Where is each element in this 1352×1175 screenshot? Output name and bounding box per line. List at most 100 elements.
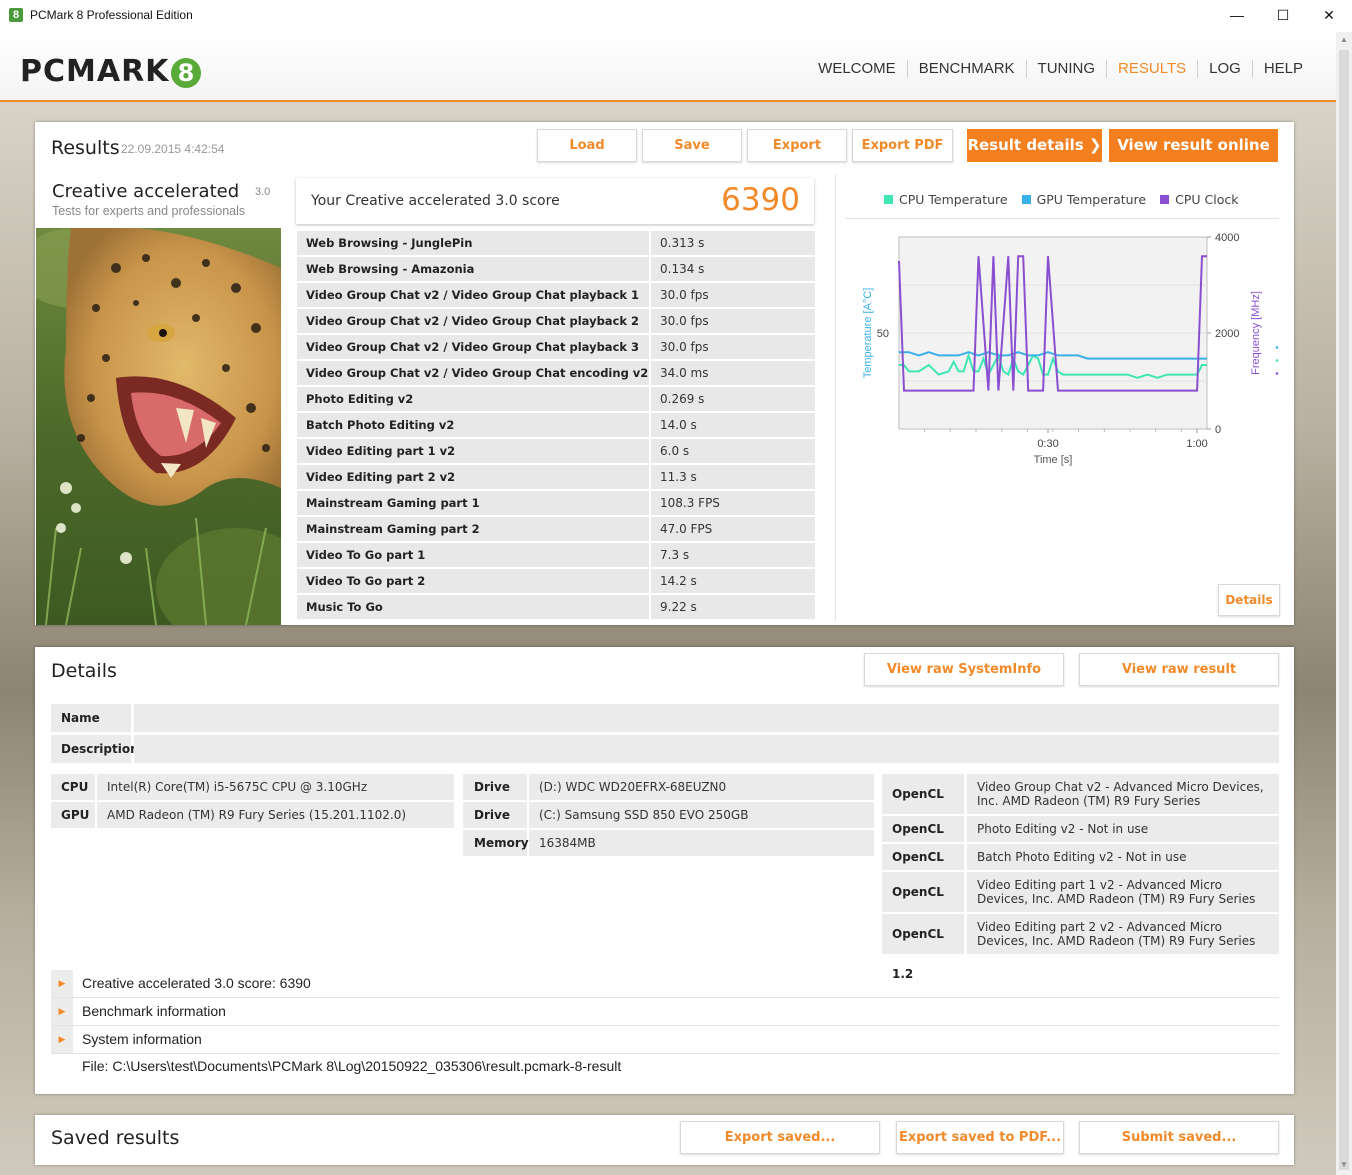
expand-section[interactable]: ▶ Benchmark information <box>51 998 1279 1026</box>
view-online-label: View result online <box>1117 136 1270 154</box>
description-value <box>134 735 1279 763</box>
app-icon: 8 <box>9 8 23 22</box>
legend-divider <box>845 218 1279 219</box>
result-row: Video Group Chat v2 / Video Group Chat p… <box>297 309 815 352</box>
chart-legend: CPU Temperature GPU Temperature CPU Cloc… <box>884 192 1238 207</box>
result-row: Video Group Chat v2 / Video Group Chat p… <box>297 335 815 378</box>
x-axis-label: Time [s] <box>1034 454 1073 466</box>
y-right-tick-label: 0 <box>1215 424 1221 436</box>
edge-marker <box>1275 372 1279 375</box>
result-value: 14.2 s <box>651 569 815 593</box>
result-value: 108.3 FPS <box>651 491 815 515</box>
close-button[interactable]: ✕ <box>1306 0 1352 32</box>
result-name: Web Browsing - JunglePin <box>297 231 649 255</box>
maximize-button[interactable]: ☐ <box>1260 0 1306 32</box>
result-value: 14.0 s <box>651 413 815 437</box>
result-name: Batch Photo Editing v2 <box>297 413 649 437</box>
nav-item-tuning[interactable]: TUNING <box>1025 60 1107 78</box>
export-pdf-button[interactable]: Export PDF <box>852 129 953 162</box>
expand-section[interactable]: ▶ System information <box>51 1026 1279 1054</box>
result-name: Video Group Chat v2 / Video Group Chat p… <box>297 309 649 352</box>
result-details-label: Result details <box>967 136 1084 154</box>
nav-item-help[interactable]: HELP <box>1251 60 1314 78</box>
result-name: Video To Go part 1 <box>297 543 649 567</box>
expand-section[interactable]: ▶ Creative accelerated 3.0 score: 6390 <box>51 970 1279 998</box>
logo-eight: 8 <box>171 57 202 88</box>
edge-marker <box>1275 359 1279 362</box>
pcmark-logo: PCMARK 8 <box>20 54 202 89</box>
y-left-tick-label: 50 <box>877 328 889 340</box>
opencl-label: OpenCL 1.2 <box>882 914 964 981</box>
view-online-button[interactable]: View result online ❯ <box>1109 129 1278 187</box>
export-button[interactable]: Export <box>747 129 847 162</box>
result-value: 9.22 s <box>651 595 815 619</box>
result-name: Photo Editing v2 <box>297 387 649 411</box>
y-left-axis-label: Temperature [A°C] <box>862 288 874 379</box>
expand-label: Benchmark information <box>82 1003 226 1019</box>
result-value: 7.3 s <box>651 543 815 567</box>
result-row: Video To Go part 2 14.2 s <box>297 569 815 593</box>
result-row: Web Browsing - Amazonia 0.134 s <box>297 257 815 281</box>
result-row: Video To Go part 1 7.3 s <box>297 543 815 567</box>
nav-item-welcome[interactable]: WELCOME <box>807 60 907 78</box>
scroll-down-icon[interactable]: ▼ <box>1336 1160 1352 1169</box>
legend-cpu-clock: CPU Clock <box>1160 192 1238 207</box>
result-row: Video Group Chat v2 / Video Group Chat p… <box>297 283 815 326</box>
hw-value: 16384MB <box>529 830 874 856</box>
nav-item-benchmark[interactable]: BENCHMARK <box>906 60 1026 78</box>
opencl-label: OpenCL 1.2 <box>882 872 964 939</box>
result-value: 47.0 FPS <box>651 517 815 541</box>
result-value: 0.313 s <box>651 231 815 255</box>
opencl-label: OpenCL 1.1 <box>882 774 964 841</box>
legend-label: CPU Clock <box>1175 192 1239 207</box>
score-value: 6390 <box>721 182 800 218</box>
x-tick-label: 1:00 <box>1186 438 1207 450</box>
legend-label: CPU Temperature <box>899 192 1008 207</box>
benchmark-subtitle: Tests for experts and professionals <box>52 204 246 218</box>
vertical-scrollbar[interactable]: ▲ ▼ <box>1336 32 1352 1175</box>
scroll-up-icon[interactable]: ▲ <box>1336 35 1352 44</box>
hw-value: (C:) Samsung SSD 850 EVO 250GB <box>529 802 874 828</box>
save-button[interactable]: Save <box>642 129 742 162</box>
app-header: PCMARK 8 WELCOME BENCHMARK TUNING RESULTS LOG… <box>0 32 1336 102</box>
nav-item-log[interactable]: LOG <box>1197 60 1252 78</box>
result-name: Music To Go <box>297 595 649 619</box>
details-title: Details <box>51 660 117 682</box>
triangle-right-icon[interactable]: ▶ <box>51 970 73 997</box>
view-raw-result-button[interactable]: View raw result <box>1079 653 1279 686</box>
result-name: Video To Go part 2 <box>297 569 649 593</box>
details-button[interactable]: Details <box>1218 584 1280 616</box>
result-value: 11.3 s <box>651 465 815 489</box>
result-row: Photo Editing v2 0.269 s <box>297 387 815 411</box>
minimize-button[interactable]: — <box>1214 0 1260 32</box>
result-row: Video Group Chat v2 / Video Group Chat e… <box>297 361 815 385</box>
edge-marker <box>1275 346 1279 349</box>
benchmark-name: Creative accelerated <box>52 181 240 202</box>
result-value: 0.269 s <box>651 387 815 411</box>
triangle-right-icon[interactable]: ▶ <box>51 998 73 1025</box>
leopard-image <box>36 228 281 625</box>
view-raw-systeminfo-button[interactable]: View raw SystemInfo <box>864 653 1064 686</box>
opencl-value: Photo Editing v2 - Not in use <box>967 816 1279 842</box>
triangle-right-icon[interactable]: ▶ <box>51 1026 73 1053</box>
result-value: 6.0 s <box>651 439 815 463</box>
results-title: Results <box>51 137 120 159</box>
result-row: Mainstream Gaming part 2 47.0 FPS <box>297 517 815 541</box>
description-label: Description <box>51 735 139 763</box>
benchmark-version: 3.0 <box>255 186 271 198</box>
export-saved-pdf-button[interactable]: Export saved to PDF... <box>896 1121 1064 1154</box>
export-saved-button[interactable]: Export saved... <box>680 1121 880 1154</box>
nav-item-results[interactable]: RESULTS <box>1106 60 1197 78</box>
result-name: Web Browsing - Amazonia <box>297 257 649 281</box>
result-name: Mainstream Gaming part 1 <box>297 491 649 515</box>
result-value: 34.0 ms <box>651 361 815 385</box>
submit-saved-button[interactable]: Submit saved... <box>1079 1121 1279 1154</box>
hw-label: Drive <box>463 774 527 800</box>
load-button[interactable]: Load <box>537 129 637 162</box>
temperature-chart: 0:30 1:00 50 4000 2000 0 Time [s] Temperature [… <box>862 232 1279 466</box>
logo-text: PCMARK <box>20 54 170 89</box>
result-name: Video Group Chat v2 / Video Group Chat p… <box>297 283 649 326</box>
saved-results-title: Saved results <box>51 1127 180 1149</box>
result-details-button[interactable]: Result details ❯ <box>967 129 1102 162</box>
scrollbar-thumb[interactable] <box>1339 50 1349 1170</box>
